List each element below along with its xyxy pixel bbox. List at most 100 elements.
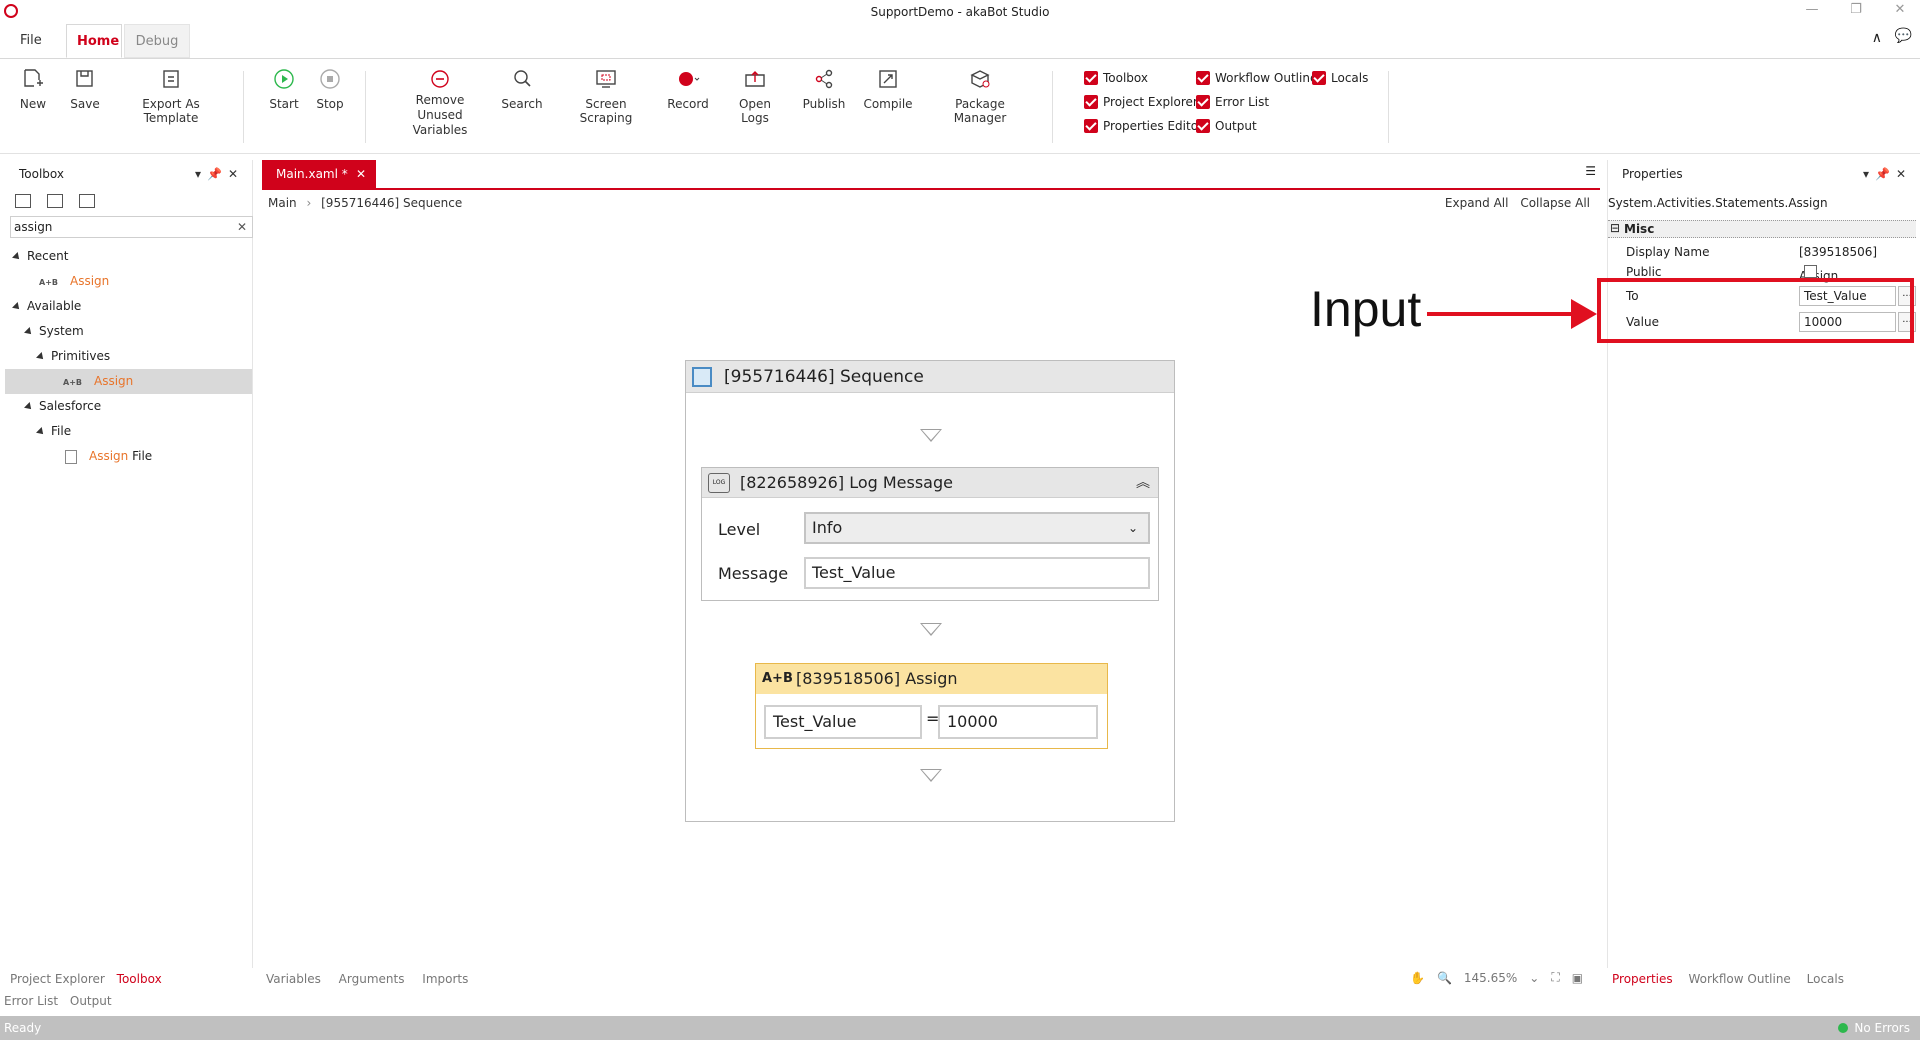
collapse-chevron-icon[interactable]: ︽ <box>1136 468 1150 498</box>
tab-main-xaml[interactable]: Main.xaml * ✕ <box>262 160 376 188</box>
tab-error-list[interactable]: Error List <box>4 994 58 1008</box>
remove-unused-variables-button[interactable]: Remove Unused Variables <box>392 67 488 138</box>
publish-button[interactable]: Publish <box>802 67 846 111</box>
zoom-icon[interactable]: 🔍 <box>1437 971 1452 985</box>
message-input[interactable]: Test_Value <box>804 557 1150 589</box>
tab-debug[interactable]: Debug <box>124 24 190 58</box>
toolbox-search-input[interactable]: assign ✕ <box>10 216 253 238</box>
tab-output[interactable]: Output <box>70 994 112 1008</box>
export-template-button[interactable]: Export As Template <box>116 67 226 125</box>
annotation-arrow-line <box>1427 312 1579 316</box>
drop-arrow-icon[interactable] <box>920 623 942 636</box>
assign-value-input[interactable]: 10000 <box>938 705 1098 739</box>
record-icon <box>679 72 700 86</box>
tab-locals[interactable]: Locals <box>1807 972 1844 986</box>
log-message-activity[interactable]: LOG [822658926] Log Message ︽ Level Info… <box>701 467 1159 601</box>
close-tab-icon[interactable]: ✕ <box>356 160 366 188</box>
stop-icon <box>320 69 340 89</box>
drop-arrow-icon[interactable] <box>920 769 942 782</box>
minimize-icon[interactable]: — <box>1792 2 1832 22</box>
tab-imports[interactable]: Imports <box>422 972 468 986</box>
new-button[interactable]: New <box>14 67 52 111</box>
record-button[interactable]: Record <box>666 67 710 111</box>
save-button[interactable]: Save <box>66 67 104 111</box>
start-button[interactable]: Start <box>268 67 300 111</box>
expand-all-icon[interactable] <box>15 194 31 208</box>
toggle-locals-checkbox[interactable]: Locals <box>1312 71 1368 85</box>
toggle-error-list-checkbox[interactable]: Error List <box>1196 95 1269 109</box>
toggle-project-explorer-checkbox[interactable]: Project Explorer <box>1084 95 1198 109</box>
expand-all-link[interactable]: Expand All <box>1445 196 1509 210</box>
collapse-ribbon-icon[interactable]: ∧ <box>1872 30 1882 46</box>
toggle-properties-editor-checkbox[interactable]: Properties Editor <box>1084 119 1203 133</box>
dropdown-icon[interactable]: ▾ <box>1863 167 1875 181</box>
tree-item-recent-assign[interactable]: A+B Assign <box>5 269 252 294</box>
clear-search-icon[interactable]: ✕ <box>237 217 247 237</box>
drop-arrow-icon[interactable] <box>920 429 942 442</box>
close-icon[interactable]: ✕ <box>1896 167 1912 181</box>
tree-node-file[interactable]: File <box>5 419 252 444</box>
screen-scraping-button[interactable]: Screen Scraping <box>558 67 654 125</box>
overview-icon[interactable]: ▣ <box>1572 971 1583 985</box>
open-logs-button[interactable]: Open Logs <box>724 67 786 125</box>
window-title: SupportDemo - akaBot Studio <box>870 5 1050 19</box>
export-template-icon <box>163 70 179 88</box>
collapse-all-icon[interactable] <box>47 194 63 208</box>
tab-properties[interactable]: Properties <box>1612 972 1673 986</box>
activity-type: System.Activities.Statements.Assign <box>1608 196 1828 210</box>
tree-node-available[interactable]: Available <box>5 294 252 319</box>
toggle-workflow-outline-checkbox[interactable]: Workflow Outline <box>1196 71 1317 85</box>
stop-button[interactable]: Stop <box>314 67 346 111</box>
expand-triangle-icon <box>36 351 46 362</box>
tab-toolbox[interactable]: Toolbox <box>117 972 162 986</box>
checkbox-checked-icon <box>1196 119 1210 133</box>
tab-file[interactable]: File <box>10 24 52 58</box>
assign-activity[interactable]: A+B [839518506] Assign Test_Value = 1000… <box>755 663 1108 749</box>
tab-overflow-icon[interactable]: ☰ <box>1585 164 1596 178</box>
expand-triangle-icon <box>12 301 22 312</box>
play-icon <box>274 69 294 89</box>
restore-icon[interactable]: ❐ <box>1836 2 1876 22</box>
assign-to-input[interactable]: Test_Value <box>764 705 922 739</box>
breadcrumb: Main › [955716446] Sequence <box>268 196 462 210</box>
category-misc[interactable]: Misc <box>1608 220 1916 238</box>
tab-variables[interactable]: Variables <box>266 972 321 986</box>
sequence-header: [955716446] Sequence <box>686 361 1174 393</box>
compile-button[interactable]: Compile <box>862 67 914 111</box>
tab-workflow-outline[interactable]: Workflow Outline <box>1688 972 1790 986</box>
expand-collapse-links: Expand All Collapse All <box>1445 196 1590 210</box>
close-icon[interactable]: ✕ <box>228 167 244 181</box>
tree-node-salesforce[interactable]: Salesforce <box>5 394 252 419</box>
tree-node-primitives[interactable]: Primitives <box>5 344 252 369</box>
tree-node-system[interactable]: System <box>5 319 252 344</box>
package-manager-button[interactable]: Package Manager <box>928 67 1032 125</box>
feedback-icon[interactable]: 💬 <box>1895 28 1912 44</box>
close-window-icon[interactable]: ✕ <box>1880 2 1920 22</box>
toggle-toolbox-checkbox[interactable]: Toolbox <box>1084 71 1148 85</box>
tab-home[interactable]: Home <box>66 24 122 58</box>
chevron-down-icon[interactable]: ⌄ <box>1529 971 1539 985</box>
tree-item-primitives-assign[interactable]: A+B Assign <box>5 369 252 394</box>
tab-project-explorer[interactable]: Project Explorer <box>10 972 105 986</box>
level-select[interactable]: Info ⌄ <box>804 512 1150 544</box>
public-checkbox[interactable] <box>1804 265 1817 278</box>
toggle-output-checkbox[interactable]: Output <box>1196 119 1257 133</box>
pan-hand-icon[interactable]: ✋ <box>1410 971 1425 985</box>
list-view-icon[interactable] <box>79 194 95 208</box>
tree-item-assign-file[interactable]: Assign File <box>5 444 252 469</box>
breadcrumb-sequence[interactable]: [955716446] Sequence <box>321 196 462 210</box>
pin-icon[interactable]: 📌 <box>1875 167 1896 181</box>
tree-node-recent[interactable]: Recent <box>5 244 252 269</box>
sequence-activity[interactable]: [955716446] Sequence LOG [822658926] Log… <box>685 360 1175 822</box>
search-button[interactable]: Search <box>500 67 544 111</box>
zoom-level[interactable]: 145.65% <box>1464 971 1517 985</box>
toolbox-header: Toolbox ▾📌✕ <box>19 167 244 181</box>
properties-header: Properties ▾📌✕ <box>1622 167 1912 181</box>
tab-arguments[interactable]: Arguments <box>339 972 405 986</box>
breadcrumb-main[interactable]: Main <box>268 196 297 210</box>
dropdown-icon[interactable]: ▾ <box>195 167 207 181</box>
pin-icon[interactable]: 📌 <box>207 167 228 181</box>
collapse-all-link[interactable]: Collapse All <box>1520 196 1590 210</box>
fit-to-screen-icon[interactable]: ⛶ <box>1551 970 1559 985</box>
level-label: Level <box>718 520 761 539</box>
